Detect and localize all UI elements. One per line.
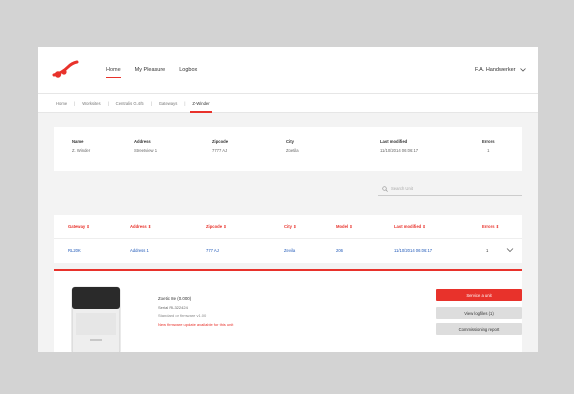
breadcrumb-worksites[interactable]: Worksites [82,101,100,106]
nav-my-pleasures[interactable]: My Pleasure [135,67,166,73]
gateway-table: Gateway ⇕ Address ⇕ Zipcode ⇕ City ⇕ Mod… [54,215,522,263]
breadcrumb-centralis[interactable]: Centralis G.4/5 [116,101,144,106]
column-header-gateway[interactable]: Gateway ⇕ [68,224,90,229]
column-header-label: Last modified [394,224,422,229]
info-address: Address Streetview 1 [134,139,157,153]
column-header-label: Errors [482,224,495,229]
info-last-modified: Last modified 11/10/2014 06:06:17 [380,139,418,153]
main-nav: Home My Pleasure Logbox [106,67,197,78]
unit-info-card: Name Z. Winder Address Streetview 1 Zipc… [54,127,522,171]
table-row[interactable]: RL20K Address 1 777 AJ Zevila 206 11/10/… [54,239,522,263]
info-header: City [286,139,294,144]
column-header-address[interactable]: Address ⇕ [130,224,151,229]
info-value: 11/10/2014 06:06:17 [380,148,419,153]
table-cell-errors: 1 [486,248,489,253]
nav-logbox[interactable]: Logbox [179,67,197,73]
breadcrumb-home[interactable]: Home [56,101,67,106]
info-city: City Zoetila [286,139,299,153]
info-errors: Errors 1 [482,139,495,153]
brand-logo[interactable] [52,59,82,81]
column-header-label: City [284,224,292,229]
column-header-label: Model [336,224,349,229]
info-header: Address [134,139,151,144]
info-zipcode: Zipcode 7777 AJ [212,139,228,153]
info-header: Last modified [380,139,408,144]
chevron-down-icon[interactable] [520,67,526,72]
info-header: Name [72,139,84,144]
commissioning-report-button[interactable]: Commissioning report [436,323,522,335]
unit-detail-panel: Zoetic 8e (0.000) Serial RL322424 Standa… [54,269,522,352]
table-cell-address[interactable]: Address 1 [130,248,149,253]
table-header-row: Gateway ⇕ Address ⇕ Zipcode ⇕ City ⇕ Mod… [54,215,522,239]
chevron-down-icon[interactable] [506,246,514,254]
app-window: Home My Pleasure Logbox F.A. Handwerker … [38,47,538,352]
user-name[interactable]: F.A. Handwerker [475,67,516,73]
table-cell-last-modified[interactable]: 11/10/2014 06:06:17 [394,248,432,253]
info-value: Streetview 1 [134,148,158,153]
info-value: 7777 AJ [212,148,228,153]
unit-title: Zoetic 8e (0.000) [158,296,192,301]
column-header-model[interactable]: Model ⇕ [336,224,353,229]
column-header-last-modified[interactable]: Last modified ⇕ [394,224,426,229]
info-value: Z. Winder [72,148,91,153]
table-cell-gateway[interactable]: RL20K [68,248,81,253]
user-menu[interactable]: F.A. Handwerker [475,67,526,73]
column-header-label: Gateway [68,224,86,229]
breadcrumb-gateways[interactable]: Gateways [159,101,178,106]
table-cell-zipcode[interactable]: 777 AJ [206,248,219,253]
info-header: Zipcode [212,139,229,144]
firmware-update-link[interactable]: New firmware update available for this u… [158,322,233,327]
nav-home[interactable]: Home [106,67,121,78]
info-name: Name Z. Winder [72,139,90,153]
breadcrumb: Home | Worksites | Centralis G.4/5 | Gatewa… [38,93,538,113]
table-cell-city[interactable]: Zevila [284,248,295,253]
column-header-label: Zipcode [206,224,223,229]
view-logfiles-button[interactable]: View logfiles (1) [436,307,522,319]
service-unit-button[interactable]: Service a unit [436,289,522,301]
breadcrumb-current: Z-Winder [190,100,212,113]
info-value: 1 [487,148,490,153]
gateway-device-image [71,286,121,352]
column-header-zipcode[interactable]: Zipcode ⇕ [206,224,227,229]
column-header-label: Address [130,224,147,229]
table-cell-model[interactable]: 206 [336,248,343,253]
search-placeholder: Search Unit [391,186,413,191]
search-input[interactable]: Search Unit [378,182,522,196]
top-navigation-bar: Home My Pleasure Logbox F.A. Handwerker [38,47,538,93]
search-icon [382,185,388,192]
nav-logbox-label[interactable]: Logbox [179,67,197,73]
unit-serial: Serial RL322424 [158,305,188,310]
column-header-errors[interactable]: Errors ⇕ [482,224,499,229]
unit-firmware: Standard or firmware v1.00 [158,313,207,318]
info-value: Zoetila [286,148,299,153]
info-header: Errors [482,139,495,144]
column-header-city[interactable]: City ⇕ [284,224,297,229]
